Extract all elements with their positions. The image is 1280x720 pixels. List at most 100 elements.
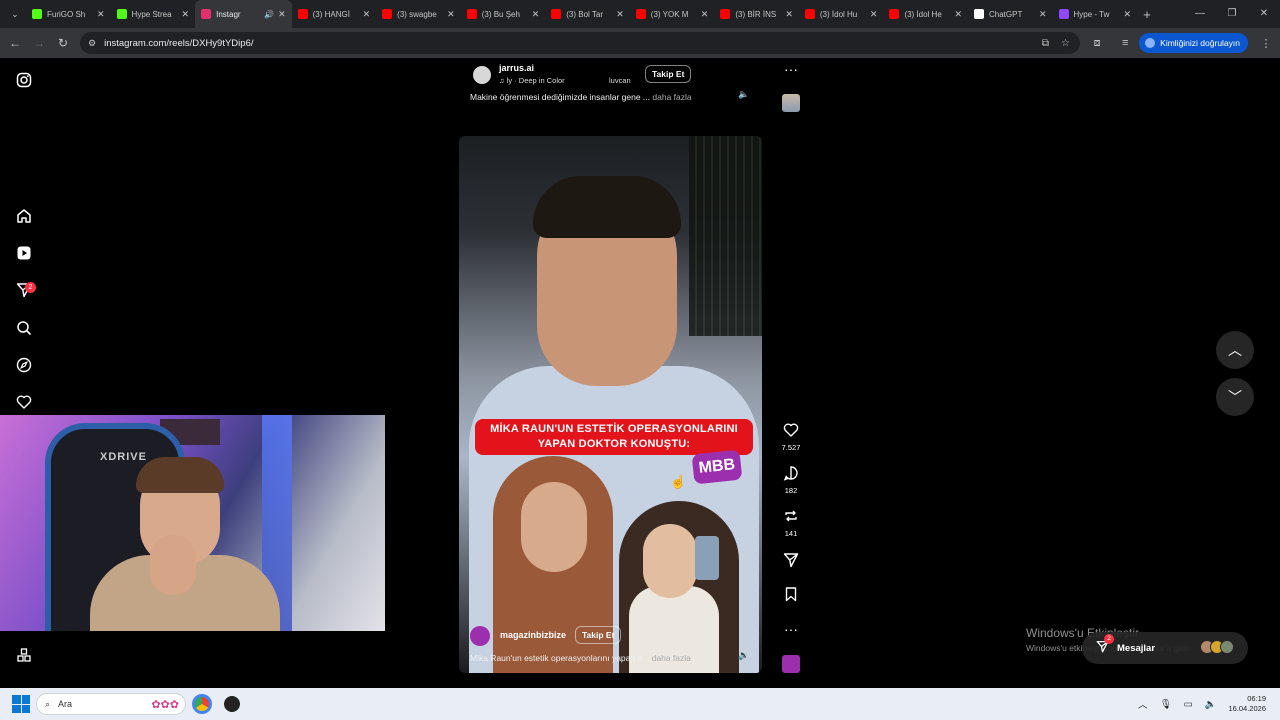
browser-tab-strip: ⌄ FuriGO Sh ✕ Hype Strea ✕ Instagr 🔊 ✕ (3) HANG… bbox=[0, 0, 1280, 28]
comment-action[interactable]: 182 bbox=[778, 465, 804, 495]
follow-button[interactable]: Takip Et bbox=[645, 65, 692, 83]
browser-tab[interactable]: (3) YOK M ✕ bbox=[630, 0, 715, 28]
browser-tab[interactable]: FuriGO Sh ✕ bbox=[26, 0, 111, 28]
chrome-app-icon[interactable] bbox=[192, 694, 212, 714]
tab-close-icon[interactable]: ✕ bbox=[954, 9, 962, 20]
browser-tab[interactable]: (3) Bol Tar ✕ bbox=[545, 0, 630, 28]
browser-tab[interactable]: (3) BİR İNS ✕ bbox=[714, 0, 799, 28]
reel-username[interactable]: jarrus.ai bbox=[499, 63, 534, 73]
audio-thumbnail[interactable] bbox=[782, 655, 800, 673]
volume-icon[interactable]: 🔈 bbox=[1205, 699, 1217, 710]
address-bar[interactable]: ⚙ instagram.com/reels/DXHy9tYDip6/ ⧉ ☆ bbox=[80, 32, 1080, 54]
tab-favicon-icon bbox=[382, 9, 393, 19]
url-text: instagram.com/reels/DXHy9tYDip6/ bbox=[104, 37, 254, 49]
home-icon[interactable] bbox=[14, 208, 34, 228]
reel-caption[interactable]: Mika Raun'un estetik operasyonlarını yap… bbox=[470, 653, 691, 663]
tab-favicon-icon bbox=[551, 9, 562, 19]
avatar[interactable] bbox=[473, 66, 491, 84]
clock-time: 06:19 bbox=[1247, 694, 1266, 703]
tab-close-icon[interactable]: ✕ bbox=[616, 9, 624, 20]
tab-favicon-icon bbox=[635, 9, 646, 19]
follow-button[interactable]: Takip Et bbox=[575, 626, 622, 644]
install-app-icon[interactable]: ⧉ bbox=[1042, 38, 1049, 49]
tab-close-icon[interactable]: ✕ bbox=[785, 9, 793, 20]
previous-reel-button[interactable]: ︿ bbox=[1216, 331, 1254, 369]
reel-caption[interactable]: Makine öğrenmesi dediğimizde insanlar ge… bbox=[470, 92, 692, 102]
reel-username[interactable]: magazinbizbize bbox=[500, 630, 566, 640]
like-action[interactable]: 7.527 bbox=[778, 422, 804, 452]
tab-close-icon[interactable]: ✕ bbox=[532, 9, 540, 20]
more-menu-icon[interactable] bbox=[14, 647, 34, 667]
reel-options[interactable]: ··· bbox=[778, 620, 804, 638]
network-icon[interactable]: ▭ bbox=[1184, 699, 1193, 710]
taskbar-search-box[interactable]: ⌕ Ara ✿✿✿ bbox=[36, 693, 186, 715]
tab-close-icon[interactable]: ✕ bbox=[1124, 9, 1132, 20]
comment-bubble-icon[interactable] bbox=[778, 465, 804, 485]
recording-app-icon[interactable] bbox=[222, 694, 242, 714]
avatar[interactable] bbox=[470, 626, 490, 646]
volume-icon[interactable]: 🔈 bbox=[738, 89, 749, 100]
browser-tab[interactable]: Instagr 🔊 ✕ bbox=[195, 0, 292, 28]
more-link[interactable]: daha fazla bbox=[652, 653, 691, 663]
tab-search-button[interactable]: ⌄ bbox=[4, 4, 26, 24]
messages-button[interactable]: 2 Mesajlar bbox=[1082, 632, 1248, 664]
browser-tab[interactable]: (3) HANGİ ✕ bbox=[292, 0, 377, 28]
tab-close-icon[interactable]: ✕ bbox=[278, 9, 286, 20]
minimize-button[interactable]: — bbox=[1184, 0, 1216, 28]
site-info-icon[interactable]: ⚙ bbox=[88, 38, 96, 49]
close-window-button[interactable]: ✕ bbox=[1248, 0, 1280, 28]
tab-close-icon[interactable]: ✕ bbox=[447, 9, 455, 20]
forward-button[interactable]: → bbox=[27, 36, 51, 50]
browser-tab[interactable]: Hype Strea ✕ bbox=[111, 0, 196, 28]
explore-compass-icon[interactable] bbox=[14, 357, 34, 377]
reload-button[interactable]: ↻ bbox=[51, 36, 75, 50]
browser-tab[interactable]: (3) Bu Şeh ✕ bbox=[461, 0, 546, 28]
media-controls-icon[interactable]: ≡ bbox=[1111, 37, 1139, 49]
maximize-button[interactable]: ❐ bbox=[1216, 0, 1248, 28]
back-button[interactable]: ← bbox=[3, 36, 27, 50]
search-icon[interactable] bbox=[14, 320, 34, 340]
bookmark-icon[interactable] bbox=[778, 586, 804, 606]
share-send-icon[interactable] bbox=[778, 552, 804, 572]
windows-start-icon[interactable] bbox=[12, 695, 30, 713]
notifications-heart-icon[interactable] bbox=[14, 394, 34, 414]
current-reel-video[interactable]: MİKA RAUN'UN ESTETİK OPERASYONLARINI YAP… bbox=[459, 136, 762, 673]
tab-close-icon[interactable]: ✕ bbox=[363, 9, 371, 20]
volume-icon[interactable]: 🔈 bbox=[738, 650, 749, 661]
browser-tab[interactable]: Hype - Tw ✕ bbox=[1053, 0, 1138, 28]
browser-tab[interactable]: (3) swagbe ✕ bbox=[376, 0, 461, 28]
share-action[interactable] bbox=[778, 552, 804, 572]
browser-tab[interactable]: ChatGPT ✕ bbox=[968, 0, 1053, 28]
reel-music[interactable]: ♫ ly · Deep in Color bbox=[499, 76, 565, 85]
instagram-logo-icon[interactable] bbox=[14, 72, 34, 92]
tab-close-icon[interactable]: ✕ bbox=[1039, 9, 1047, 20]
next-reel-button[interactable]: ﹀ bbox=[1216, 378, 1254, 416]
tab-close-icon[interactable]: ✕ bbox=[701, 9, 709, 20]
tab-audio-icon[interactable]: 🔊 bbox=[264, 10, 274, 19]
previous-reel-options[interactable]: ··· bbox=[778, 60, 804, 78]
system-tray: ︿ 🎙 ▭ 🔈 06:19 16.04.2026 bbox=[1138, 688, 1266, 720]
save-action[interactable] bbox=[778, 586, 804, 606]
ellipsis-icon: ··· bbox=[784, 61, 798, 77]
browser-tab[interactable]: (3) İdol Hu ✕ bbox=[799, 0, 884, 28]
show-hidden-icons-icon[interactable]: ︿ bbox=[1138, 697, 1148, 711]
taskbar-clock[interactable]: 06:19 16.04.2026 bbox=[1228, 694, 1266, 714]
repost-icon[interactable] bbox=[778, 508, 804, 528]
like-heart-icon[interactable] bbox=[778, 422, 804, 442]
new-tab-button[interactable]: + bbox=[1137, 7, 1157, 22]
microphone-icon[interactable]: 🎙 bbox=[1160, 699, 1172, 710]
previous-audio-thumbnail[interactable] bbox=[782, 94, 800, 112]
tab-close-icon[interactable]: ✕ bbox=[97, 9, 105, 20]
browser-tab[interactable]: (3) İdol He ✕ bbox=[883, 0, 968, 28]
reels-icon[interactable] bbox=[14, 245, 34, 265]
verify-identity-button[interactable]: Kimliğinizi doğrulayın bbox=[1139, 33, 1248, 53]
extensions-icon[interactable]: ⧈ bbox=[1083, 37, 1111, 50]
previous-reel[interactable]: jarrus.ai ♫ ly · Deep in Color luvcan Ta… bbox=[459, 58, 762, 112]
repost-action[interactable]: 141 bbox=[778, 508, 804, 538]
tab-close-icon[interactable]: ✕ bbox=[182, 9, 190, 20]
browser-menu-icon[interactable]: ⋮ bbox=[1252, 37, 1280, 50]
bookmark-star-icon[interactable]: ☆ bbox=[1061, 38, 1070, 49]
tab-close-icon[interactable]: ✕ bbox=[870, 9, 878, 20]
tab-title: (3) HANGİ bbox=[312, 9, 350, 19]
more-link[interactable]: daha fazla bbox=[652, 92, 691, 102]
